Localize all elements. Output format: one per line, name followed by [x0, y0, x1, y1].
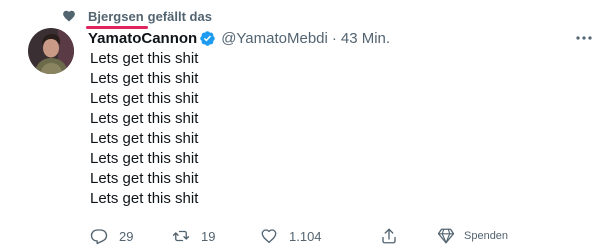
- like-icon: [261, 229, 277, 244]
- tweet-line: Lets get this shit: [90, 90, 199, 107]
- tip-button[interactable]: Spenden: [437, 227, 508, 245]
- liker-link[interactable]: Bjergsen: [86, 9, 148, 29]
- like-button[interactable]: 1.104: [260, 227, 322, 245]
- avatar[interactable]: [28, 28, 74, 74]
- tweet-line: Lets get this shit: [90, 50, 199, 67]
- tweet-header: YamatoCannon @YamatoMebdi · 43 Min.: [88, 28, 390, 48]
- verified-badge-icon: [200, 30, 215, 46]
- avatar-image: [28, 28, 74, 74]
- display-name[interactable]: YamatoCannon: [88, 30, 197, 47]
- separator: ·: [331, 29, 337, 47]
- reply-icon: [90, 229, 108, 245]
- tip-icon: [437, 228, 455, 244]
- tweet-line: Lets get this shit: [90, 130, 199, 147]
- tweet-line: Lets get this shit: [90, 110, 199, 127]
- reply-button[interactable]: 29: [90, 227, 133, 245]
- tweet-line: Lets get this shit: [90, 190, 199, 207]
- more-icon: [576, 36, 592, 40]
- action-bar: 29 19 1.104 Spenden: [90, 227, 590, 247]
- retweet-icon: [172, 230, 190, 242]
- tweet-line: Lets get this shit: [90, 150, 199, 167]
- timestamp[interactable]: 43 Min.: [341, 30, 390, 47]
- social-context: Bjergsen gefällt das: [62, 7, 212, 29]
- tip-label: Spenden: [464, 230, 509, 242]
- social-context-text: gefällt das: [147, 8, 212, 24]
- reply-count: 29: [119, 228, 134, 244]
- liker-name[interactable]: Bjergsen: [88, 9, 144, 24]
- retweet-count: 19: [201, 228, 216, 244]
- share-icon: [382, 228, 396, 244]
- retweet-button[interactable]: 19: [172, 227, 215, 245]
- tweet-text: Lets get this shit Lets get this shit Le…: [90, 49, 198, 209]
- tweet-line: Lets get this shit: [90, 70, 199, 87]
- heart-icon: [63, 10, 75, 22]
- tweet-line: Lets get this shit: [90, 170, 199, 187]
- like-count: 1.104: [289, 228, 322, 244]
- share-button[interactable]: [380, 227, 398, 245]
- more-button[interactable]: [574, 30, 594, 46]
- handle[interactable]: @YamatoMebdi: [221, 30, 328, 47]
